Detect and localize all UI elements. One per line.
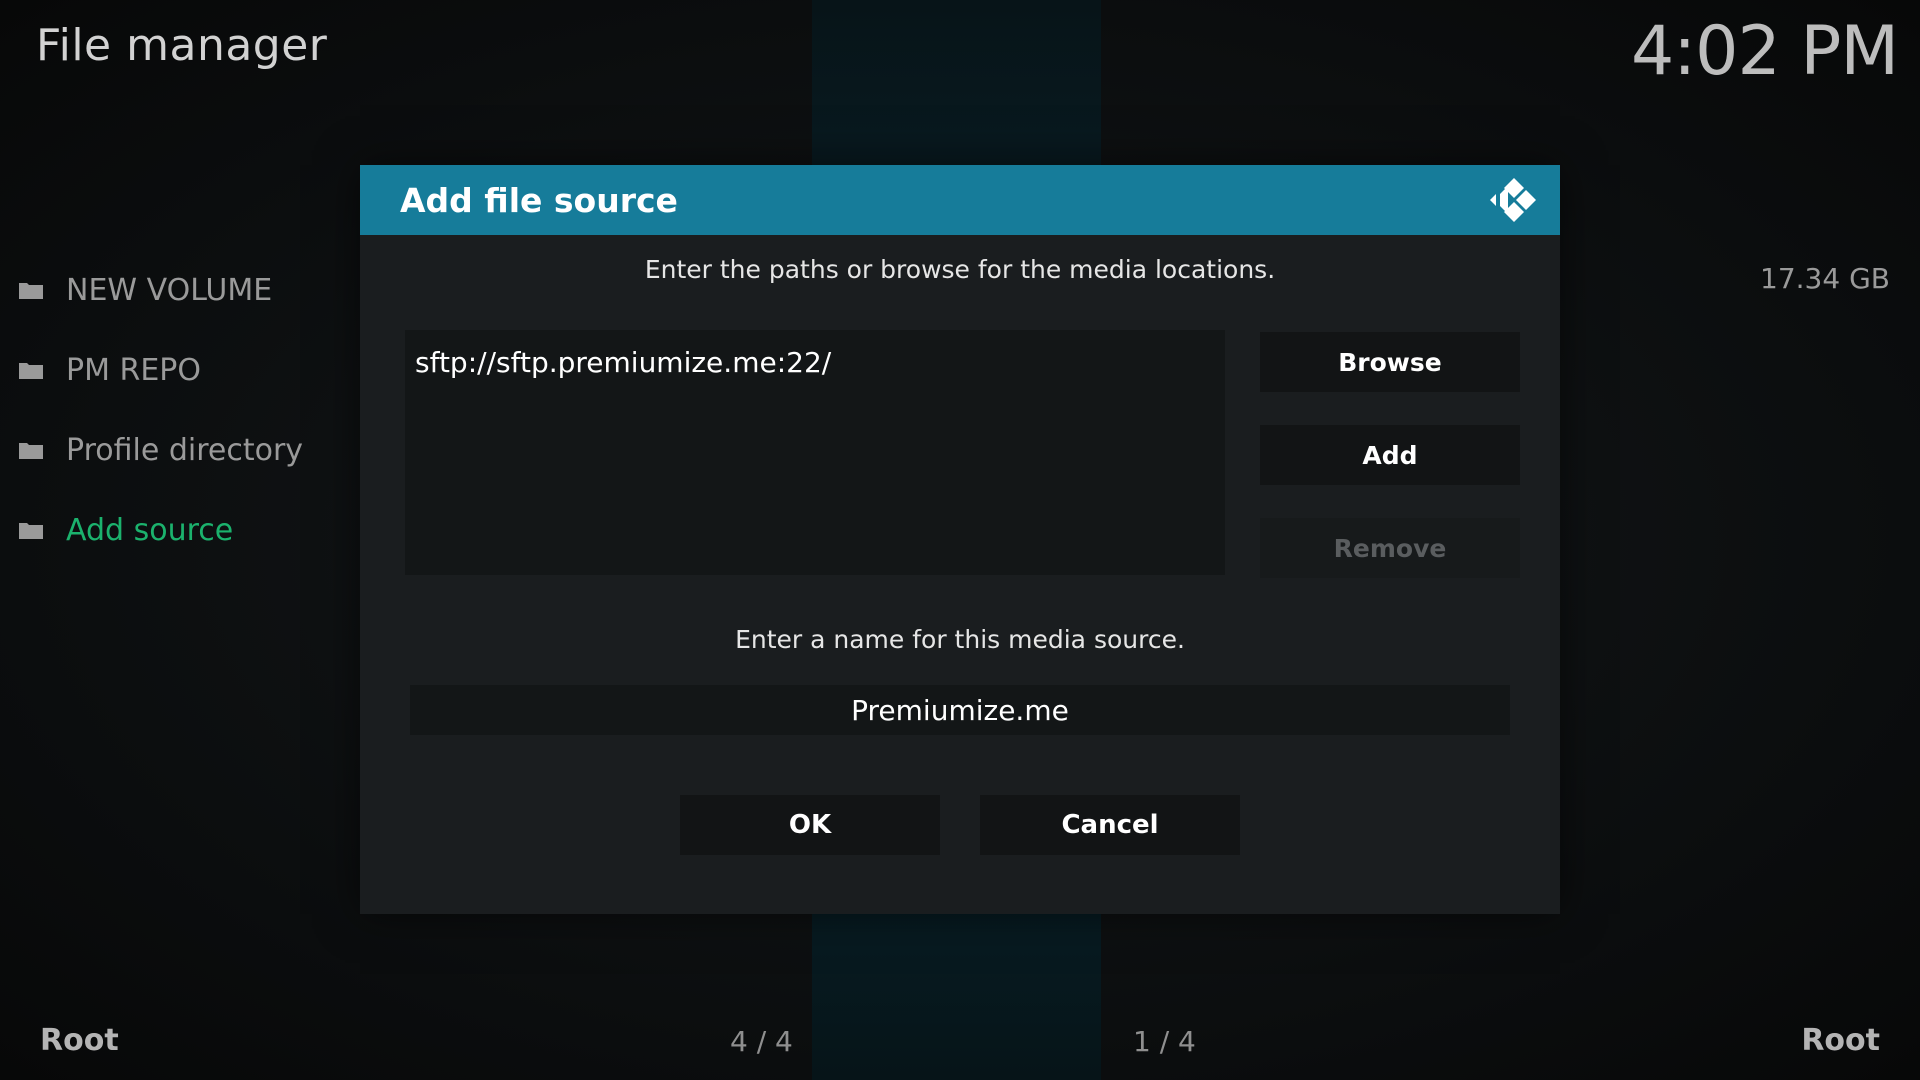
footer-right-path: Root xyxy=(1801,1023,1880,1058)
name-instruction: Enter a name for this media source. xyxy=(735,625,1185,654)
paths-instruction: Enter the paths or browse for the media … xyxy=(644,255,1276,284)
clock: 4:02 PM xyxy=(1631,12,1899,91)
source-item-pm-repo[interactable]: PM REPO xyxy=(18,330,303,410)
kodi-logo-icon xyxy=(1488,174,1540,226)
path-item[interactable]: sftp://sftp.premiumize.me:22/ xyxy=(415,346,1215,379)
paths-list[interactable]: sftp://sftp.premiumize.me:22/ xyxy=(405,330,1225,575)
folder-icon xyxy=(18,440,44,460)
add-button[interactable]: Add xyxy=(1260,425,1520,485)
source-item-label: Profile directory xyxy=(66,432,304,468)
source-name-field[interactable] xyxy=(410,685,1510,735)
source-item-add-source[interactable]: Add source xyxy=(18,490,303,570)
page-title: File manager xyxy=(36,20,328,71)
file-manager-screen: File manager 4:02 PM NEW VOLUME PM REPO … xyxy=(0,0,1920,1080)
dialog-header: Add file source xyxy=(360,165,1560,235)
remove-button[interactable]: Remove xyxy=(1260,518,1520,578)
folder-icon xyxy=(18,280,44,300)
browse-button[interactable]: Browse xyxy=(1260,332,1520,392)
footer-left-path: Root xyxy=(40,1023,119,1058)
source-item-label: PM REPO xyxy=(66,352,202,388)
add-file-source-dialog: Add file source Enter the paths or brows… xyxy=(360,165,1560,914)
source-item-label: NEW VOLUME xyxy=(66,272,273,308)
free-space-label: 17.34 GB xyxy=(1760,262,1890,295)
folder-icon xyxy=(18,360,44,380)
dialog-title: Add file source xyxy=(400,180,678,220)
footer-right-count: 1 / 4 xyxy=(1133,1025,1196,1058)
source-item-new-volume[interactable]: NEW VOLUME xyxy=(18,250,303,330)
source-item-label: Add source xyxy=(66,512,234,548)
left-source-list: NEW VOLUME PM REPO Profile directory Add… xyxy=(18,250,303,570)
cancel-button[interactable]: Cancel xyxy=(980,795,1240,855)
source-item-profile-directory[interactable]: Profile directory xyxy=(18,410,303,490)
folder-icon xyxy=(18,520,44,540)
footer-left-count: 4 / 4 xyxy=(730,1025,793,1058)
ok-button[interactable]: OK xyxy=(680,795,940,855)
